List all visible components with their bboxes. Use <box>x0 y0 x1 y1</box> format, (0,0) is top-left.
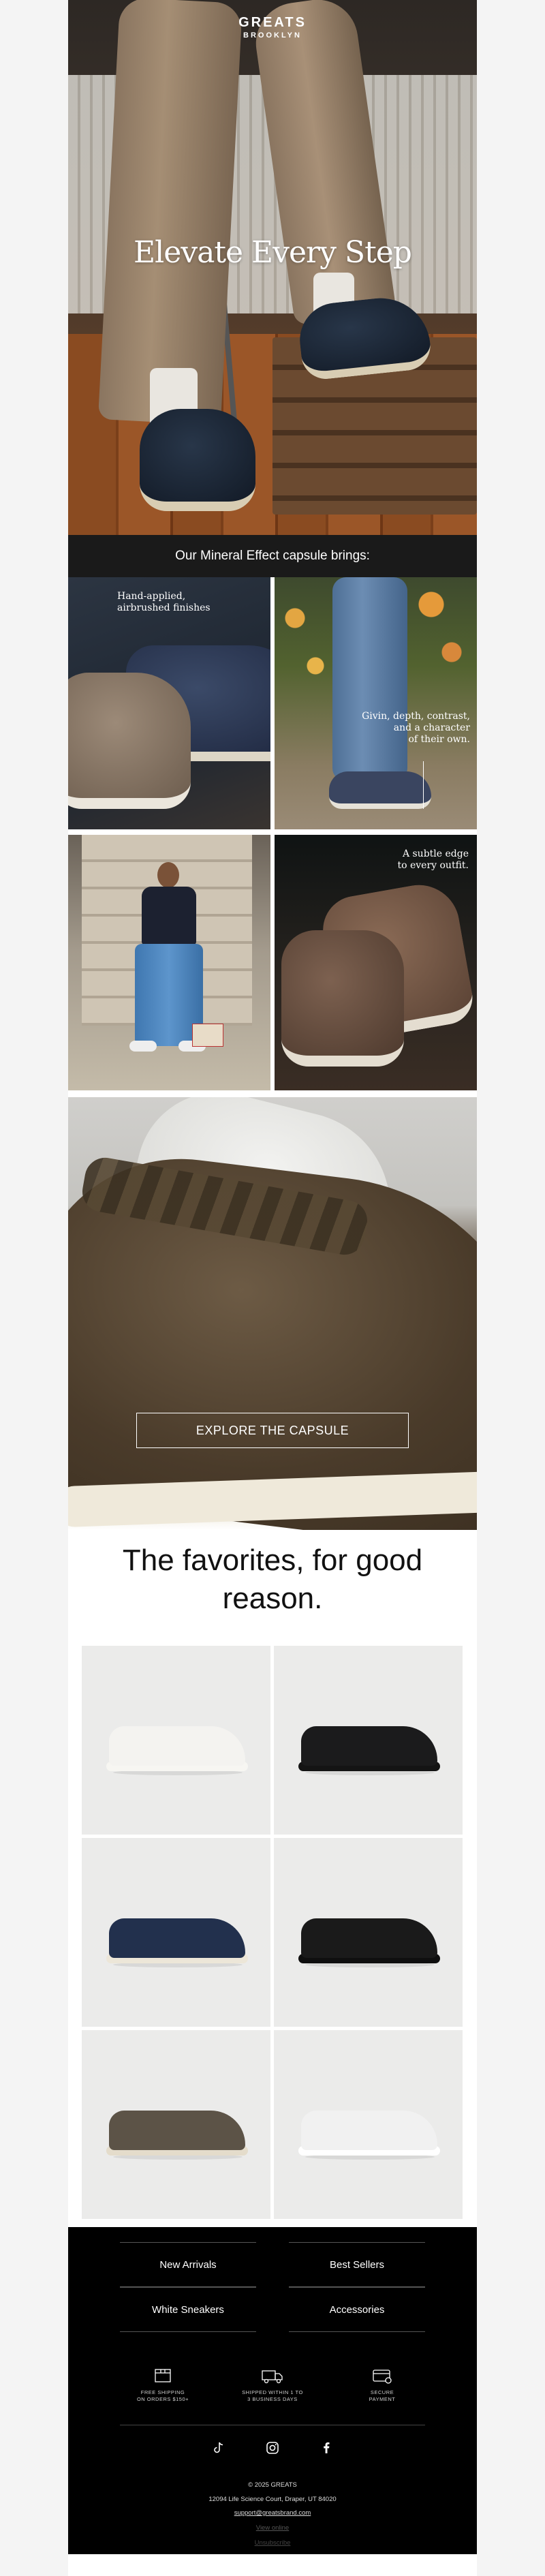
trouser-leg-left <box>97 0 243 426</box>
email-container: GREATS BROOKLYN Elevate Every Step Our M… <box>68 0 477 2576</box>
capsule-caption: Givin, depth, contrast, and a character … <box>362 711 470 746</box>
product-card[interactable] <box>82 2030 270 2219</box>
truck-icon <box>262 2370 283 2384</box>
brand-logo-line2: BROOKLYN <box>243 31 302 40</box>
caption-line: of their own. <box>408 734 471 745</box>
footer-link-white-sneakers[interactable]: White Sneakers <box>120 2287 256 2332</box>
product-card[interactable] <box>82 1646 270 1835</box>
caption-line: Givin, depth, contrast, <box>362 711 470 722</box>
product-card[interactable] <box>274 1838 463 2027</box>
jeans-image <box>332 577 407 782</box>
capsule-caption: A subtle edge to every outfit. <box>397 848 469 872</box>
sneaker-image <box>301 1918 437 1958</box>
navy-sneaker-left <box>140 409 255 511</box>
footer-link-best-sellers[interactable]: Best Sellers <box>289 2242 425 2287</box>
capsule-intro: Our Mineral Effect capsule brings: <box>68 535 477 577</box>
perk-text: FREE SHIPPING <box>140 2389 185 2395</box>
sneaker-image <box>109 1918 245 1958</box>
caption-pointer-line <box>423 761 424 809</box>
perk-text: 3 BUSINESS DAYS <box>247 2396 298 2402</box>
capsule-banner-image[interactable] <box>68 1097 477 1530</box>
perk-secure-payment: SECURE PAYMENT <box>331 2367 433 2403</box>
favorites-title: The favorites, for good reason. <box>68 1542 477 1618</box>
capsule-card-edge[interactable]: A subtle edge to every outfit. <box>275 835 477 1090</box>
explore-capsule-button[interactable]: EXPLORE THE CAPSULE <box>136 1413 409 1448</box>
product-card[interactable] <box>82 1838 270 2027</box>
caption-line: and a character <box>393 722 470 733</box>
perk-shipped-fast: SHIPPED WITHIN 1 TO 3 BUSINESS DAYS <box>221 2367 324 2403</box>
caption-line: to every outfit. <box>397 860 469 871</box>
capsule-caption: Hand-applied, airbrushed finishes <box>117 591 211 614</box>
favorites-title-line: reason. <box>222 1582 323 1615</box>
instagram-icon[interactable] <box>264 2440 281 2456</box>
footer-support-email[interactable]: support@greatsbrand.com <box>68 2509 477 2517</box>
footer-copyright: © 2025 GREATS <box>248 2481 297 2489</box>
footer-unsubscribe-link[interactable]: Unsubscribe <box>68 2539 477 2547</box>
footer-address: 12094 Life Science Court, Draper, UT 840… <box>208 2496 337 2503</box>
favorites-title-line: The favorites, for good <box>122 1544 423 1577</box>
hero-section[interactable]: GREATS BROOKLYN Elevate Every Step <box>68 0 477 535</box>
hero-headline: Elevate Every Step <box>134 235 412 270</box>
facebook-icon[interactable] <box>318 2440 334 2456</box>
capsule-card-finishes[interactable]: Hand-applied, airbrushed finishes <box>68 577 270 829</box>
caption-line: A subtle edge <box>402 848 469 859</box>
footer: New Arrivals Best Sellers White Sneakers… <box>68 2227 477 2554</box>
brand-logo[interactable]: GREATS BROOKLYN <box>68 15 477 40</box>
box-icon <box>155 2369 171 2382</box>
perk-free-shipping: FREE SHIPPING ON ORDERS $150+ <box>112 2367 214 2403</box>
footer-link-new-arrivals[interactable]: New Arrivals <box>120 2242 256 2287</box>
perk-text: PAYMENT <box>369 2396 396 2402</box>
capsule-card-depth[interactable]: Givin, depth, contrast, and a character … <box>275 577 477 829</box>
taupe-sneaker-image <box>68 673 191 809</box>
footer-link-accessories[interactable]: Accessories <box>289 2287 425 2332</box>
product-card[interactable] <box>274 1646 463 1835</box>
product-card[interactable] <box>274 2030 463 2219</box>
brand-logo-line1: GREATS <box>238 15 307 30</box>
perk-text: SECURE <box>370 2389 394 2395</box>
perk-text: SHIPPED WITHIN 1 TO <box>242 2389 303 2395</box>
sneaker-image <box>109 2111 245 2150</box>
footer-view-online-link[interactable]: View online <box>68 2524 477 2532</box>
capsule-card-model[interactable] <box>68 835 270 1090</box>
brown-sneaker-image <box>281 930 404 1067</box>
card-icon <box>373 2370 392 2384</box>
sneaker-image <box>109 1726 245 1766</box>
tiktok-icon[interactable] <box>211 2440 227 2456</box>
sneaker-image <box>329 771 431 809</box>
sneaker-image <box>301 2111 437 2150</box>
sneaker-image <box>301 1726 437 1766</box>
street-sign <box>192 1024 223 1047</box>
perk-text: ON ORDERS $150+ <box>136 2396 189 2402</box>
caption-line: Hand-applied, <box>117 591 186 602</box>
caption-line: airbrushed finishes <box>117 602 211 613</box>
